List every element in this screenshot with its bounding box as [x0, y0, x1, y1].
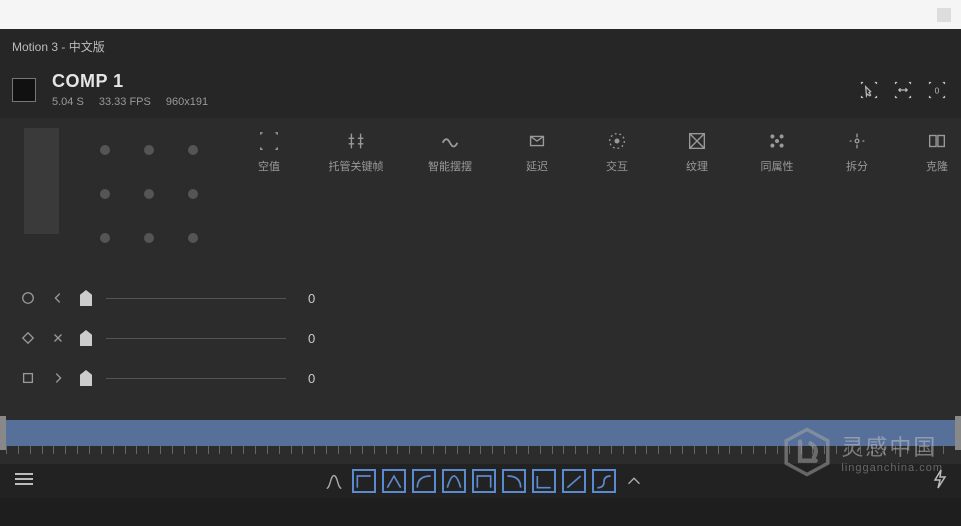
null-tool[interactable]: 空值	[245, 130, 293, 174]
ease-preset-8[interactable]	[562, 469, 586, 493]
slider-track[interactable]	[106, 298, 286, 299]
anchor-bl[interactable]	[100, 233, 110, 243]
window-close-placeholder	[937, 8, 951, 22]
ease-preset-4[interactable]	[442, 469, 466, 493]
comp-meta: 5.04 S 33.33 FPS 960x191	[52, 96, 220, 108]
timeline-range[interactable]	[6, 420, 955, 446]
anchor-bc[interactable]	[144, 233, 154, 243]
ease-preset-6[interactable]	[502, 469, 526, 493]
tool-label: 纹理	[686, 158, 708, 174]
ease-preset-3[interactable]	[412, 469, 436, 493]
tool-label: 克隆	[926, 158, 948, 174]
cross-icon[interactable]	[50, 330, 66, 346]
svg-text:0: 0	[935, 85, 940, 95]
diamond-icon[interactable]	[20, 330, 36, 346]
slider-value: 0	[308, 331, 348, 346]
tool-label: 托管关键帧	[329, 158, 384, 174]
preview-box	[24, 128, 59, 234]
slider-circle: 0	[20, 278, 941, 318]
slider-value: 0	[308, 291, 348, 306]
ease-preset-5[interactable]	[472, 469, 496, 493]
ease-preset-2[interactable]	[382, 469, 406, 493]
slider-square: 0	[20, 358, 941, 398]
tool-label: 交互	[606, 158, 628, 174]
fit-zero-icon[interactable]: 0	[925, 78, 949, 102]
chev-right-icon[interactable]	[50, 370, 66, 386]
tool-label: 延迟	[526, 158, 548, 174]
delay-tool[interactable]: 延迟	[513, 130, 561, 174]
ease-preset-9[interactable]	[592, 469, 616, 493]
timeline-ticks	[6, 446, 955, 460]
slider-value: 0	[308, 371, 348, 386]
app-title: Motion 3 - 中文版	[12, 38, 105, 55]
comp-size: 960x191	[166, 96, 208, 108]
comp-color-swatch[interactable]	[12, 78, 36, 102]
ease-collapse-icon[interactable]	[622, 469, 646, 493]
slider-handle[interactable]	[80, 290, 92, 306]
timeline[interactable]	[0, 416, 961, 464]
tool-label: 空值	[258, 158, 280, 174]
ease-preset-7[interactable]	[532, 469, 556, 493]
anchor-tc[interactable]	[144, 145, 154, 155]
anchor-grid	[83, 128, 215, 260]
texture-tool[interactable]: 纹理	[673, 130, 721, 174]
ease-bell-icon[interactable]	[322, 469, 346, 493]
comp-name: COMP 1	[52, 71, 220, 92]
tool-label: 拆分	[846, 158, 868, 174]
select-mode-icon[interactable]	[857, 78, 881, 102]
slider-handle[interactable]	[80, 330, 92, 346]
split-tool[interactable]: 拆分	[833, 130, 881, 174]
chev-left-icon[interactable]	[50, 290, 66, 306]
comp-duration: 5.04 S	[52, 96, 84, 108]
anchor-tr[interactable]	[188, 145, 198, 155]
comp-fps: 33.33 FPS	[99, 96, 151, 108]
sync-tool[interactable]: 同属性	[753, 130, 801, 174]
anchor-tl[interactable]	[100, 145, 110, 155]
square-icon[interactable]	[20, 370, 36, 386]
keyframe-host-tool[interactable]: 托管关键帧	[325, 130, 387, 174]
bottom-menu-icon[interactable]	[14, 472, 34, 491]
anchor-ml[interactable]	[100, 189, 110, 199]
anchor-mc[interactable]	[144, 189, 154, 199]
circle-icon[interactable]	[20, 290, 36, 306]
timeline-handle-right[interactable]	[955, 416, 961, 450]
clone-tool[interactable]: 克隆	[913, 130, 961, 174]
tool-label: 同属性	[761, 158, 794, 174]
bolt-icon[interactable]	[933, 469, 947, 494]
tool-label: 智能摆摆	[428, 158, 472, 174]
wiggle-tool[interactable]: 智能摆摆	[419, 130, 481, 174]
slider-track[interactable]	[106, 338, 286, 339]
anchor-mr[interactable]	[188, 189, 198, 199]
ease-preset-1[interactable]	[352, 469, 376, 493]
anchor-br[interactable]	[188, 233, 198, 243]
interact-tool[interactable]: 交互	[593, 130, 641, 174]
fit-width-icon[interactable]	[891, 78, 915, 102]
slider-track[interactable]	[106, 378, 286, 379]
slider-handle[interactable]	[80, 370, 92, 386]
slider-diamond: 0	[20, 318, 941, 358]
